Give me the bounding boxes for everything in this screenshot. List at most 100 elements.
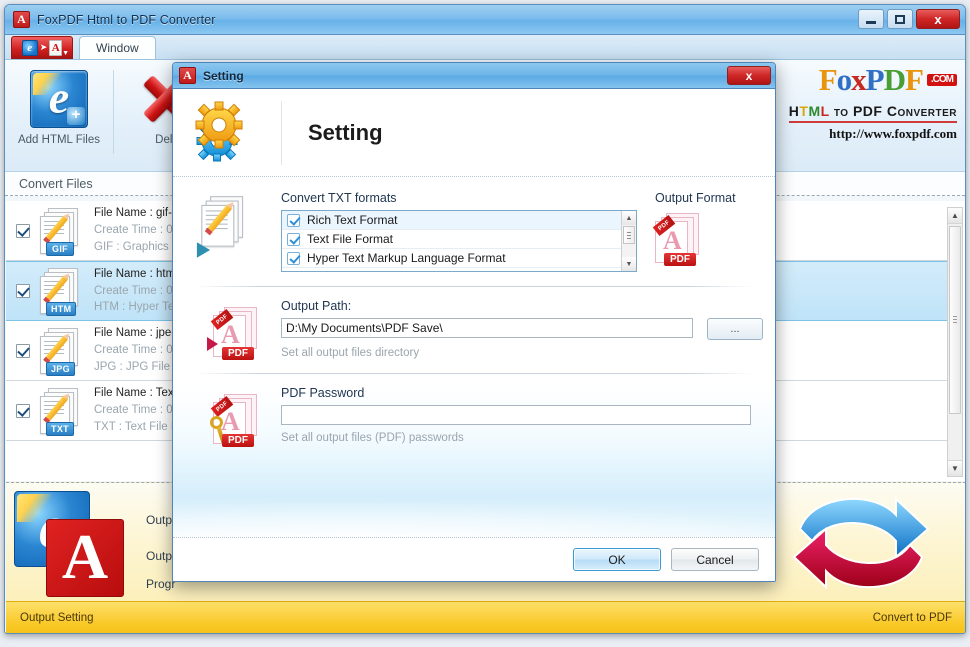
divider-2 — [195, 373, 753, 374]
document-edit-icon-wrap — [191, 191, 281, 272]
ribbon-tab-strip: e ➤ A ▼ Window — [5, 35, 965, 60]
app-menu-button[interactable]: e ➤ A ▼ — [11, 36, 73, 59]
main-titlebar: A FoxPDF Html to PDF Converter x — [5, 5, 965, 35]
status-right[interactable]: Convert to PDF — [873, 612, 952, 624]
convert-formats-list[interactable]: Rich Text Format Text File Format Hyper Te… — [281, 210, 637, 272]
pdf-swirl-icon: A — [221, 320, 240, 349]
pdf-badge: PDF — [664, 253, 696, 266]
pdf-export-icon-wrap: A PDF PDF — [191, 299, 281, 360]
section-output-path: A PDF PDF Output Path: ... Set all outpu… — [173, 299, 775, 360]
document-edit-icon — [196, 196, 260, 260]
maximize-icon — [895, 14, 905, 24]
section-pdf-password: A PDF PDF PDF Password Set all output fi… — [173, 386, 775, 447]
format-checkbox[interactable] — [287, 213, 300, 227]
chevron-down-icon: ▼ — [62, 50, 69, 57]
scrollbar-thumb[interactable] — [949, 226, 961, 414]
format-label: Rich Text Format — [307, 213, 398, 227]
add-html-files-icon: + — [30, 66, 88, 132]
output-path-row: ... — [281, 318, 763, 340]
pdf-password-body: PDF Password Set all output files (PDF) … — [281, 386, 757, 446]
row-checkbox[interactable] — [16, 284, 30, 298]
dialog-titlebar: A Setting x — [173, 63, 775, 89]
file-type-icon: JPG — [40, 327, 84, 376]
ie-swoosh — [33, 73, 61, 95]
pdf-password-hint: Set all output files (PDF) passwords — [281, 432, 464, 444]
formats-scrollbar-thumb[interactable] — [623, 226, 635, 244]
pdf-password-label: PDF Password — [281, 386, 365, 400]
close-button[interactable]: x — [916, 9, 960, 29]
formats-scroll-down-icon[interactable]: ▼ — [622, 257, 636, 271]
file-list-scrollbar[interactable]: ▲ ▼ — [947, 207, 963, 477]
brand-subtitle: HTML to PDF Converter — [788, 103, 957, 123]
formats-scrollbar[interactable]: ▲ ▼ — [621, 211, 636, 271]
gears-icon-wrap — [173, 101, 281, 165]
scroll-down-icon[interactable]: ▼ — [948, 460, 962, 476]
file-format-badge: GIF — [46, 241, 74, 256]
gears-icon — [195, 101, 243, 161]
file-format-badge: TXT — [46, 421, 74, 436]
format-label: Text File Format — [307, 232, 394, 246]
pdf-password-input[interactable] — [281, 405, 751, 425]
browse-button[interactable]: ... — [707, 318, 763, 340]
scroll-up-icon[interactable]: ▲ — [948, 208, 962, 224]
plus-icon: + — [67, 107, 85, 125]
output-path-hint: Set all output files directory — [281, 347, 420, 359]
ribbon-label-add-html-files: Add HTML Files — [17, 134, 100, 146]
output-path-label: Output Path: — [281, 299, 352, 313]
convert-formats-rows: Rich Text Format Text File Format Hyper Te… — [282, 211, 636, 268]
row-checkbox[interactable] — [16, 223, 30, 238]
format-label: Hyper Text Markup Language Format — [307, 251, 506, 265]
dialog-header: Setting — [173, 89, 775, 177]
file-type-icon: TXT — [40, 387, 84, 436]
pdf-swirl-icon: A — [663, 226, 682, 255]
convert-formats-body: Convert TXT formats Rich Text Format Text… — [281, 191, 637, 272]
scrollbar-grip — [953, 316, 957, 325]
pdf-stack-icon: A PDF PDF — [652, 213, 701, 266]
format-checkbox[interactable] — [287, 251, 300, 265]
pdf-badge: PDF — [222, 434, 254, 447]
arrow-right-icon — [207, 337, 218, 351]
pdf-badge: PDF — [222, 347, 254, 360]
ok-button[interactable]: OK — [573, 548, 661, 571]
file-type-icon: GIF — [40, 207, 84, 256]
output-format-label: Output Format — [655, 191, 736, 205]
pdf-icon-large: A — [46, 519, 124, 597]
row-checkbox[interactable] — [16, 403, 30, 418]
dialog-footer: OK Cancel — [173, 537, 775, 581]
file-format-badge: JPG — [46, 361, 75, 376]
cancel-button[interactable]: Cancel — [671, 548, 759, 571]
app-pdf-icon: A — [13, 11, 30, 28]
ie-icon: e — [21, 39, 38, 56]
status-left[interactable]: Output Setting — [20, 612, 94, 624]
tab-window[interactable]: Window — [79, 36, 156, 59]
file-format-badge: HTM — [46, 302, 77, 316]
ie-add-icon: + — [30, 70, 88, 128]
divider-1 — [195, 286, 753, 287]
output-path-body: Output Path: ... Set all output files di… — [281, 299, 763, 359]
setting-dialog: A Setting x Setting Convert TXT formats … — [172, 62, 776, 582]
status-bar: Output Setting Convert to PDF — [6, 601, 965, 633]
dialog-pdf-icon: A — [179, 67, 196, 84]
dialog-heading: Setting — [308, 119, 383, 145]
arrow-right-icon: ➤ — [39, 42, 48, 52]
list-item[interactable]: Rich Text Format — [282, 211, 636, 230]
format-checkbox[interactable] — [287, 232, 300, 246]
formats-scrollbar-grip — [627, 232, 631, 241]
pdf-key-icon-wrap: A PDF PDF — [191, 386, 281, 447]
section-convert-formats: Convert TXT formats Rich Text Format Text… — [173, 177, 775, 272]
convert-formats-label: Convert TXT formats — [281, 191, 397, 205]
output-path-input[interactable] — [281, 318, 693, 338]
maximize-button[interactable] — [887, 9, 913, 29]
formats-scroll-up-icon[interactable]: ▲ — [622, 211, 636, 225]
pdf-key-icon: A PDF PDF — [210, 394, 259, 447]
row-checkbox[interactable] — [16, 343, 30, 358]
list-item[interactable]: Hyper Text Markup Language Format — [282, 249, 636, 268]
file-type-icon: HTM — [40, 268, 84, 316]
dialog-body: Convert TXT formats Rich Text Format Text… — [173, 177, 775, 539]
convert-arrows-icon[interactable] — [786, 485, 936, 601]
minimize-button[interactable] — [858, 9, 884, 29]
ribbon-group-add-html-files[interactable]: + Add HTML Files — [5, 66, 113, 166]
window-controls: x — [858, 9, 960, 29]
list-item[interactable]: Text File Format — [282, 230, 636, 249]
dialog-close-button[interactable]: x — [727, 66, 771, 85]
